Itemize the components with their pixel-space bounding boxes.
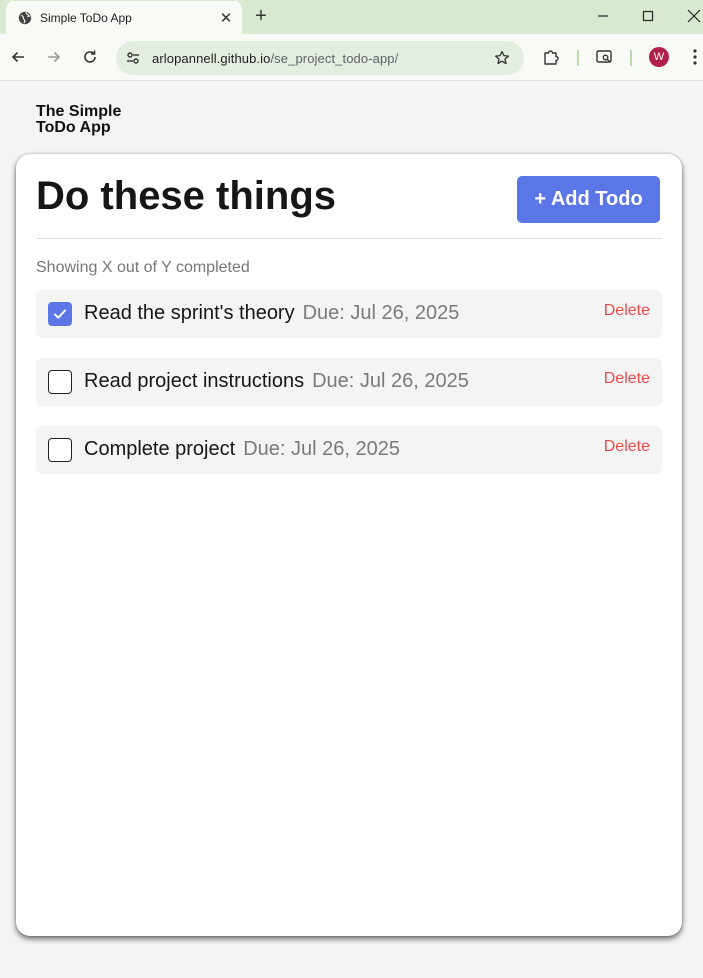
add-todo-button[interactable]: + Add Todo	[517, 176, 660, 223]
todo-label: Read project instructions Due: Jul 26, 20…	[84, 370, 469, 393]
url-path: /se_project_todo-app/	[270, 50, 399, 66]
url-text: arlopannell.github.io/se_project_todo-ap…	[152, 51, 398, 66]
todo-name: Read the sprint's theory	[84, 302, 295, 324]
browser-toolbar: arlopannell.github.io/se_project_todo-ap…	[0, 34, 703, 81]
extensions-icon[interactable]	[540, 46, 562, 68]
todo-item: Complete project Due: Jul 26, 2025 Delete	[36, 426, 662, 474]
todo-due-date: Due: Jul 26, 2025	[302, 302, 460, 324]
reload-icon[interactable]	[79, 46, 101, 68]
site-settings-icon[interactable]	[122, 47, 144, 69]
tab-strip: Simple ToDo App ✕ +	[0, 0, 703, 34]
page-title: Do these things	[36, 174, 337, 218]
forward-icon[interactable]	[43, 46, 65, 68]
delete-button[interactable]: Delete	[604, 302, 650, 320]
todo-due-date: Due: Jul 26, 2025	[312, 370, 469, 392]
maximize-icon[interactable]	[635, 4, 661, 28]
tab-title: Simple ToDo App	[40, 10, 132, 25]
close-window-icon[interactable]	[681, 4, 703, 28]
new-tab-icon[interactable]: +	[250, 5, 272, 27]
todo-item: Read the sprint's theory Due: Jul 26, 202…	[36, 290, 662, 338]
todo-name: Complete project	[84, 438, 236, 460]
minimize-icon[interactable]	[590, 4, 616, 28]
todo-label: Complete project Due: Jul 26, 2025	[84, 438, 400, 461]
divider	[36, 238, 662, 239]
todo-item: Read project instructions Due: Jul 26, 20…	[36, 358, 662, 406]
profile-avatar[interactable]: W	[649, 47, 669, 67]
todo-checkbox[interactable]	[48, 438, 72, 462]
toolbar-separator	[630, 50, 632, 66]
globe-icon	[18, 11, 32, 25]
address-bar[interactable]: arlopannell.github.io/se_project_todo-ap…	[116, 41, 524, 75]
todo-label: Read the sprint's theory Due: Jul 26, 202…	[84, 302, 459, 325]
completed-counter: Showing X out of Y completed	[36, 259, 250, 276]
menu-kebab-icon[interactable]	[684, 46, 703, 68]
browser-tab[interactable]: Simple ToDo App ✕	[6, 1, 242, 34]
todo-name: Read project instructions	[84, 370, 305, 392]
app-logo: The Simple ToDo App	[36, 103, 122, 136]
close-tab-icon[interactable]: ✕	[216, 8, 236, 28]
todo-checkbox[interactable]	[48, 302, 72, 326]
todo-card: Do these things + Add Todo Showing X out…	[16, 154, 682, 936]
back-icon[interactable]	[7, 46, 29, 68]
checkmark-icon	[54, 309, 66, 319]
delete-button[interactable]: Delete	[604, 438, 650, 456]
delete-button[interactable]: Delete	[604, 370, 650, 388]
tab-search-icon[interactable]	[593, 46, 615, 68]
todo-due-date: Due: Jul 26, 2025	[243, 438, 400, 460]
todo-checkbox[interactable]	[48, 370, 72, 394]
toolbar-separator	[577, 50, 579, 66]
url-host: arlopannell.github.io	[152, 50, 271, 66]
bookmark-star-icon[interactable]	[492, 48, 512, 68]
